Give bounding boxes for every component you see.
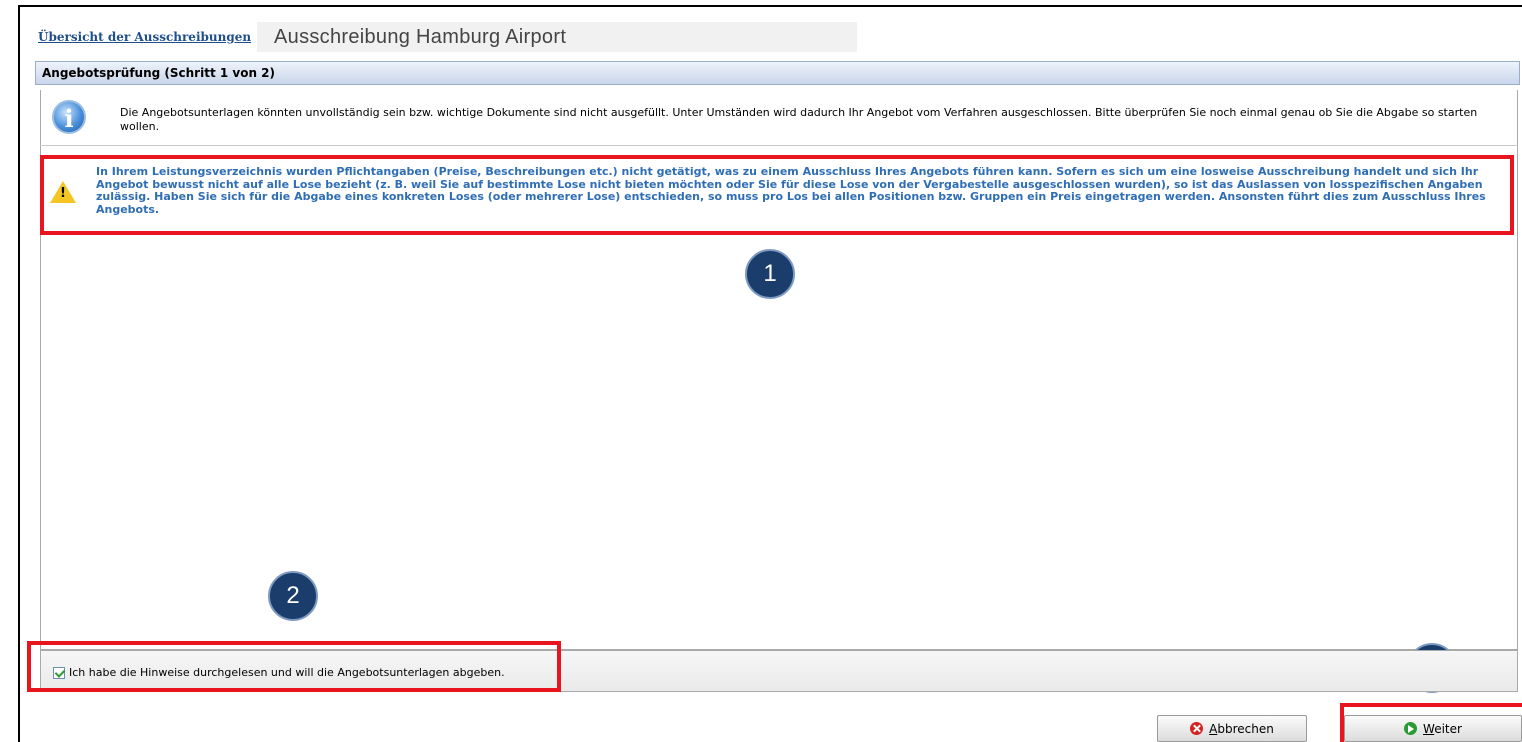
- step-header: Angebotsprüfung (Schritt 1 von 2): [35, 61, 1520, 85]
- annotation-badge-1: 1: [745, 249, 795, 299]
- info-text: Die Angebotsunterlagen könnten unvollstä…: [120, 106, 1478, 133]
- info-icon: [52, 100, 86, 134]
- info-message: Die Angebotsunterlagen könnten unvollstä…: [40, 92, 1518, 146]
- page-title-bar: Ausschreibung Hamburg Airport: [257, 22, 857, 52]
- cancel-button[interactable]: Abbrechen: [1157, 715, 1307, 742]
- window-frame-left: [18, 5, 20, 742]
- highlight-box-2: [27, 641, 561, 692]
- page-title: Ausschreibung Hamburg Airport: [274, 25, 567, 48]
- cancel-button-label: Abbrechen: [1209, 721, 1274, 736]
- highlight-box-3: [1340, 703, 1522, 742]
- step-header-title: Angebotsprüfung (Schritt 1 von 2): [42, 66, 276, 80]
- highlight-box-1: [40, 155, 1514, 235]
- overview-link[interactable]: Übersicht der Ausschreibungen: [38, 30, 251, 44]
- window-frame-top: [18, 5, 1522, 7]
- breadcrumb: Übersicht der Ausschreibungen: [38, 22, 251, 52]
- cancel-icon: [1190, 722, 1204, 735]
- annotation-badge-2: 2: [268, 571, 318, 621]
